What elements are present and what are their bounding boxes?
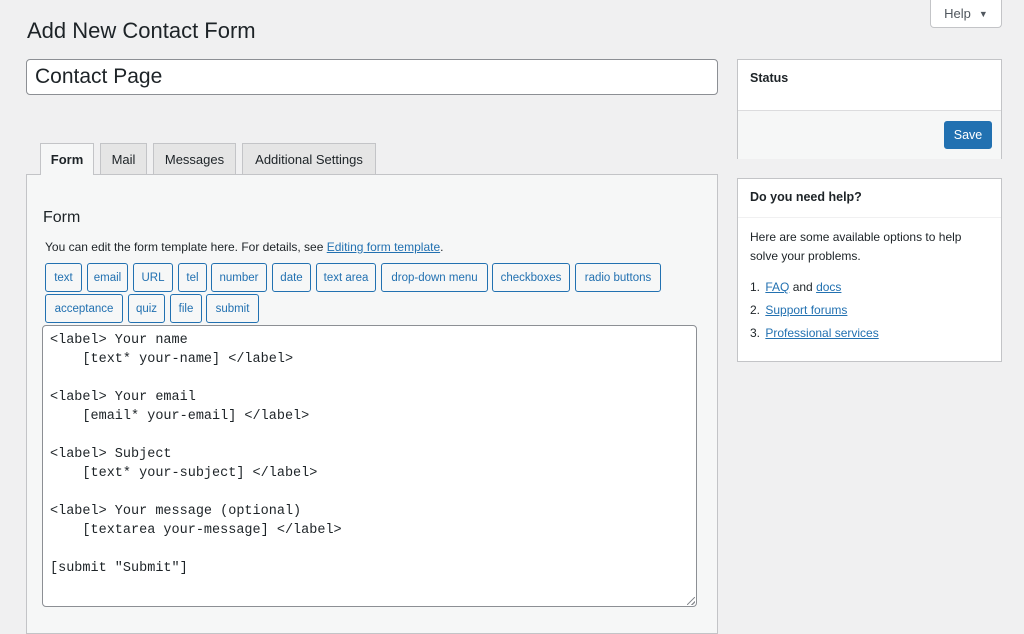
help-links-list: 1. FAQ and docs 2. Support forums 3. Pro… (750, 276, 879, 345)
list-item: 1. FAQ and docs (750, 276, 879, 299)
tag-button-email[interactable]: email (87, 263, 128, 292)
list-item: 2. Support forums (750, 299, 879, 322)
form-panel: Form You can edit the form template here… (26, 174, 718, 634)
status-box: Status Save (737, 59, 1002, 159)
page-title: Add New Contact Form (27, 18, 256, 43)
tag-button-text[interactable]: text (45, 263, 82, 292)
tag-button-quiz[interactable]: quiz (128, 294, 165, 323)
description-end: . (440, 240, 444, 254)
form-template-editor[interactable]: <label> Your name [text* your-name] </la… (42, 325, 697, 607)
save-button[interactable]: Save (944, 121, 992, 149)
tab-form[interactable]: Form (40, 143, 94, 175)
caret-down-icon: ▼ (978, 8, 988, 19)
form-panel-heading: Form (43, 209, 81, 226)
list-number: 1. (750, 280, 761, 294)
tag-button-drop-down-menu[interactable]: drop-down menu (381, 263, 488, 292)
tab-messages[interactable]: Messages (153, 143, 236, 174)
professional-services-link[interactable]: Professional services (765, 326, 878, 340)
help-box-text: Here are some available options to help … (750, 230, 962, 263)
tag-button-acceptance[interactable]: acceptance (45, 294, 123, 323)
tag-button-text-area[interactable]: text area (316, 263, 376, 292)
description-text: You can edit the form template here. For… (45, 240, 324, 254)
tag-button-number[interactable]: number (211, 263, 267, 292)
tag-button-url[interactable]: URL (133, 263, 173, 292)
list-number: 3. (750, 326, 761, 340)
resize-handle-icon[interactable] (687, 597, 695, 605)
form-panel-description: You can edit the form template here. For… (45, 240, 443, 254)
list-item: 3. Professional services (750, 322, 879, 345)
link-connector: and (792, 280, 813, 294)
tag-button-file[interactable]: file (170, 294, 202, 323)
help-box: Do you need help? Here are some availabl… (737, 178, 1002, 362)
status-title: Status (750, 71, 789, 85)
tag-button-checkboxes[interactable]: checkboxes (492, 263, 570, 292)
help-divider (738, 217, 1001, 218)
help-label: Help (944, 6, 971, 21)
form-title-input[interactable] (26, 59, 718, 95)
list-number: 2. (750, 303, 761, 317)
tag-button-tel[interactable]: tel (178, 263, 207, 292)
editing-form-template-link[interactable]: Editing form template (327, 240, 440, 254)
docs-link[interactable]: docs (816, 280, 841, 294)
faq-link[interactable]: FAQ (765, 280, 789, 294)
help-button[interactable]: Help ▼ (930, 0, 1002, 28)
support-forums-link[interactable]: Support forums (765, 303, 847, 317)
tag-button-date[interactable]: date (272, 263, 311, 292)
help-box-title: Do you need help? (750, 190, 862, 204)
tab-additional-settings[interactable]: Additional Settings (242, 143, 376, 174)
tag-button-radio-buttons[interactable]: radio buttons (575, 263, 661, 292)
tag-button-submit[interactable]: submit (206, 294, 259, 323)
tab-mail[interactable]: Mail (100, 143, 147, 174)
